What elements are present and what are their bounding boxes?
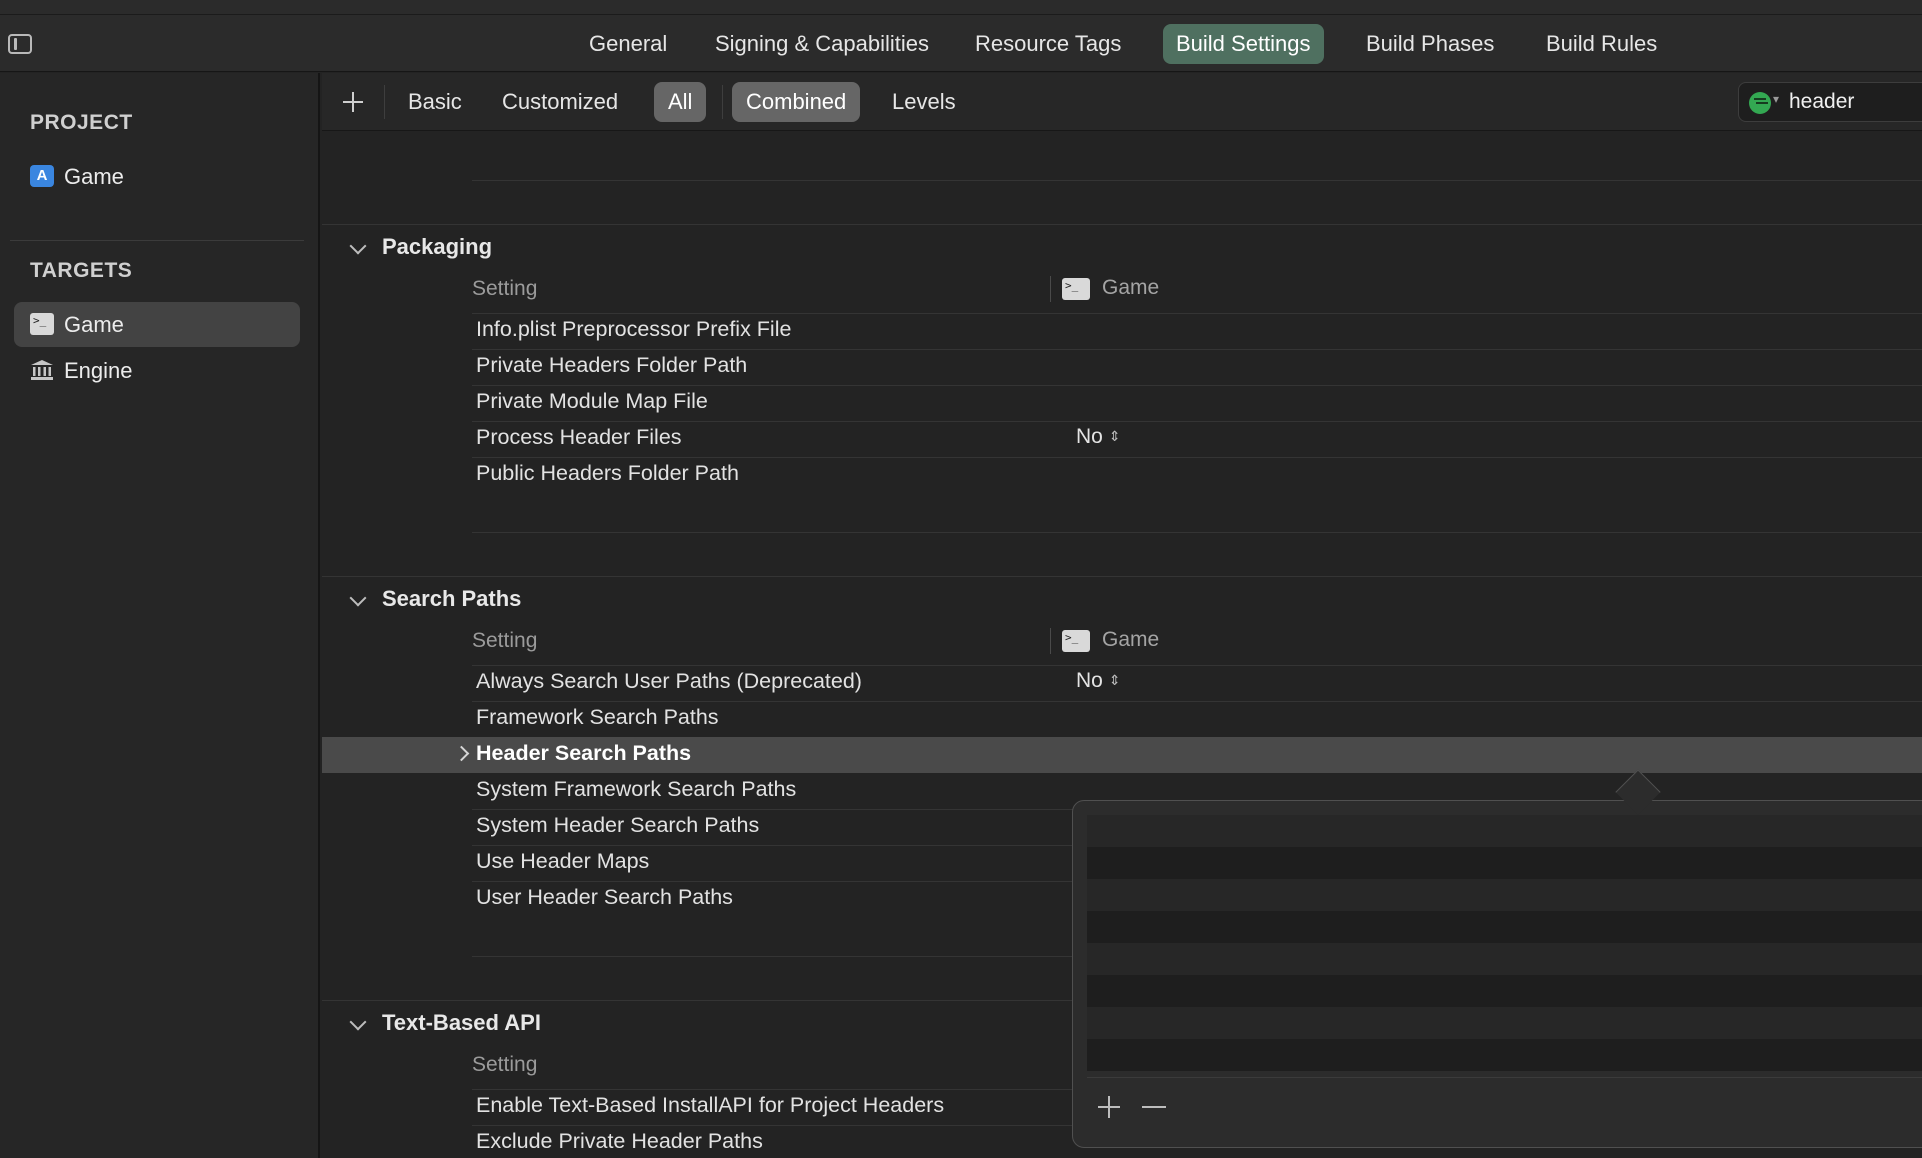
tab-build-settings[interactable]: Build Settings <box>1163 24 1324 64</box>
tab-build-phases[interactable]: Build Phases <box>1353 24 1507 64</box>
sidebar-divider <box>10 240 304 241</box>
terminal-icon <box>1062 278 1090 300</box>
column-target-label: Game <box>1102 628 1160 651</box>
segment-customized[interactable]: Customized <box>488 82 632 122</box>
stepper-icon: ⇕ <box>1108 672 1121 688</box>
setting-value: No <box>1076 669 1103 692</box>
search-input[interactable]: header <box>1789 83 1854 121</box>
section-divider <box>322 576 1922 577</box>
section-title: Text-Based API <box>382 1010 541 1035</box>
list-row-stripe <box>1087 943 1922 975</box>
disclosure-closed-icon[interactable] <box>453 745 470 762</box>
build-settings-filter-bar: Basic Customized All Combined Levels ▾ h… <box>322 73 1922 131</box>
popover-footer-divider <box>1087 1077 1922 1078</box>
targets-heading: TARGETS <box>30 259 133 282</box>
segment-levels[interactable]: Levels <box>878 82 970 122</box>
setting-name: Header Search Paths <box>476 741 692 765</box>
column-header-setting: Setting <box>472 1053 538 1076</box>
segment-combined[interactable]: Combined <box>732 82 861 122</box>
disclosure-open-icon[interactable] <box>349 1013 367 1031</box>
section-bottom-rule <box>472 180 1922 181</box>
column-separator <box>1050 628 1051 654</box>
section-divider <box>322 224 1922 225</box>
path-list[interactable] <box>1087 815 1922 1071</box>
tab-signing-capabilities[interactable]: Signing & Capabilities <box>702 24 942 64</box>
setting-value-popup[interactable]: No ⇕ <box>1076 425 1121 449</box>
column-header-setting: Setting <box>472 277 538 300</box>
project-heading: PROJECT <box>30 111 133 134</box>
list-row-stripe <box>1087 815 1922 847</box>
setting-name: Info.plist Preprocessor Prefix File <box>476 317 792 341</box>
sidebar-item-target-engine[interactable]: Engine <box>14 348 300 393</box>
setting-name: Use Header Maps <box>476 849 650 873</box>
setting-name: Process Header Files <box>476 425 682 449</box>
setting-name: Private Headers Folder Path <box>476 353 748 377</box>
list-row-stripe <box>1087 879 1922 911</box>
sidebar-item-target-game[interactable]: Game <box>14 302 300 347</box>
header-search-paths-popover <box>1072 800 1922 1148</box>
add-setting-button[interactable] <box>338 87 368 117</box>
setting-name: System Header Search Paths <box>476 813 760 837</box>
toolbar-separator <box>384 85 385 119</box>
section-title: Packaging <box>382 234 493 259</box>
setting-name: User Header Search Paths <box>476 885 733 909</box>
toolbar-separator <box>722 85 723 119</box>
sidebar-item-project-game[interactable]: Game <box>14 154 300 199</box>
setting-row[interactable]: Always Search User Paths (Deprecated) No… <box>322 665 1922 701</box>
sidebar-item-label: Game <box>64 164 124 189</box>
remove-path-button[interactable] <box>1139 1093 1167 1121</box>
setting-row[interactable]: Private Module Map File <box>322 385 1922 421</box>
title-divider <box>0 14 1922 15</box>
chevron-down-icon[interactable]: ▾ <box>1773 92 1779 106</box>
list-row-stripe <box>1087 1007 1922 1039</box>
setting-name: Enable Text-Based InstallAPI for Project… <box>476 1093 945 1117</box>
tab-general[interactable]: General <box>576 24 680 64</box>
segment-all[interactable]: All <box>654 82 707 122</box>
column-separator <box>1050 276 1051 302</box>
setting-row-selected[interactable]: Header Search Paths <box>322 737 1922 773</box>
setting-row[interactable]: Framework Search Paths <box>322 701 1922 737</box>
disclosure-open-icon[interactable] <box>349 589 367 607</box>
add-path-button[interactable] <box>1095 1093 1123 1121</box>
setting-name: Private Module Map File <box>476 389 708 413</box>
tab-build-rules[interactable]: Build Rules <box>1533 24 1670 64</box>
column-target-label: Game <box>1102 276 1160 299</box>
setting-value-popup[interactable]: No ⇕ <box>1076 669 1121 693</box>
setting-row[interactable]: Info.plist Preprocessor Prefix File <box>322 313 1922 349</box>
sidebar-item-label: Engine <box>64 358 133 383</box>
xcode-window: General Signing & Capabilities Resource … <box>0 0 1922 1158</box>
sidebar-item-label: Game <box>64 312 124 337</box>
setting-name: Public Headers Folder Path <box>476 461 739 485</box>
library-icon <box>30 359 54 381</box>
targets-sidebar: PROJECT Game TARGETS Game Engine <box>0 73 320 1158</box>
stepper-icon: ⇕ <box>1108 428 1121 444</box>
search-field[interactable]: ▾ header <box>1738 82 1922 122</box>
section-bottom-rule <box>472 532 1922 533</box>
column-header-setting: Setting <box>472 629 538 652</box>
editor-tab-bar: General Signing & Capabilities Resource … <box>0 0 1922 72</box>
setting-name: Exclude Private Header Paths <box>476 1129 763 1153</box>
terminal-icon <box>1062 630 1090 652</box>
tab-strip: General Signing & Capabilities Resource … <box>0 24 1922 64</box>
terminal-icon <box>30 313 54 335</box>
setting-value: No <box>1076 425 1103 448</box>
section-title: Search Paths <box>382 586 522 611</box>
setting-row[interactable]: Process Header Files No ⇕ <box>322 421 1922 457</box>
tab-resource-tags[interactable]: Resource Tags <box>962 24 1134 64</box>
app-project-icon <box>30 165 54 187</box>
disclosure-open-icon[interactable] <box>349 237 367 255</box>
filter-icon[interactable] <box>1749 92 1771 114</box>
segment-basic[interactable]: Basic <box>394 82 476 122</box>
setting-name: Framework Search Paths <box>476 705 719 729</box>
setting-row[interactable]: Private Headers Folder Path <box>322 349 1922 385</box>
setting-row[interactable]: Public Headers Folder Path <box>322 457 1922 493</box>
setting-name: Always Search User Paths (Deprecated) <box>476 669 862 693</box>
setting-name: System Framework Search Paths <box>476 777 797 801</box>
